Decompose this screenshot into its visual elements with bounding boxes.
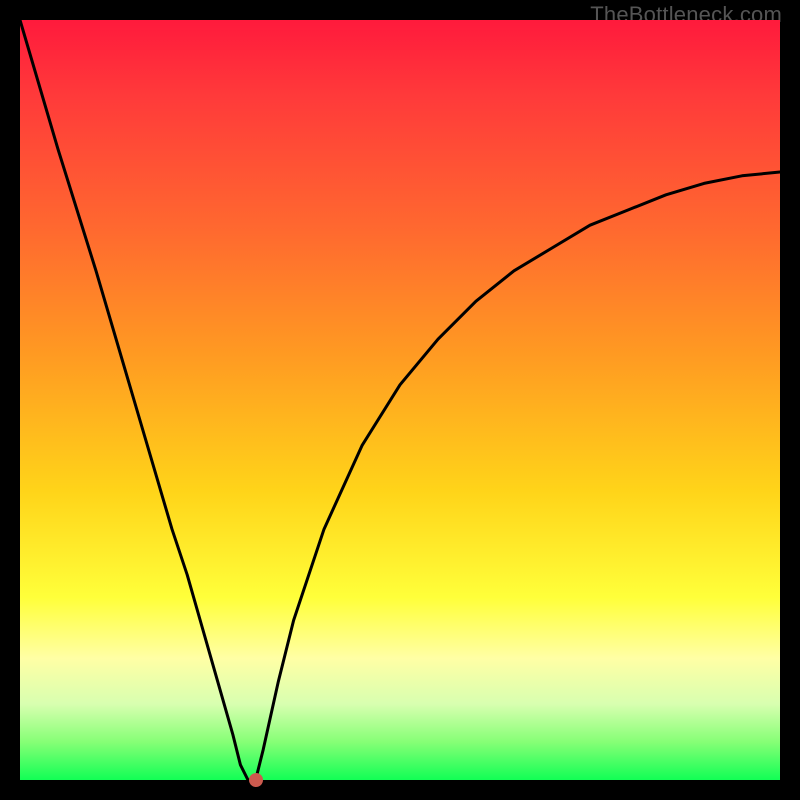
optimal-point-marker xyxy=(249,773,263,787)
plot-area xyxy=(20,20,780,780)
chart-frame: TheBottleneck.com xyxy=(0,0,800,800)
bottleneck-curve xyxy=(20,20,780,780)
